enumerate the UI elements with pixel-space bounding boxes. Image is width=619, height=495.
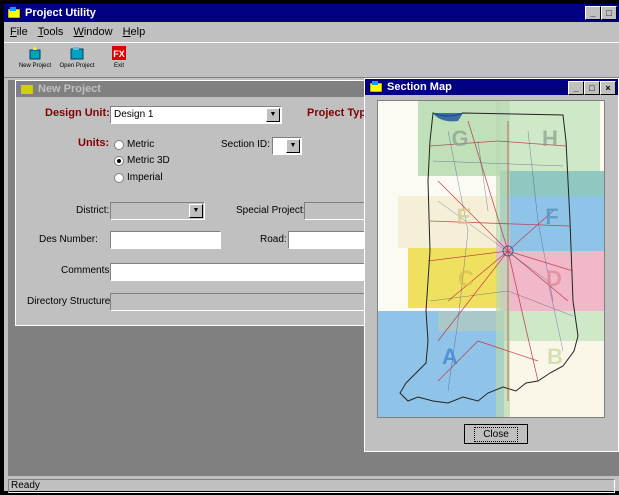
exit-button[interactable]: FX Exit xyxy=(100,43,138,77)
section-label-c: C xyxy=(458,266,474,291)
menu-file[interactable]: File xyxy=(10,26,28,38)
exit-label: Exit xyxy=(113,63,124,69)
design-unit-value: Design 1 xyxy=(114,109,154,120)
section-label-h: H xyxy=(542,126,558,151)
section-label-f: F xyxy=(545,204,558,229)
menu-window[interactable]: Window xyxy=(73,26,112,38)
window-controls: _ □ xyxy=(585,6,617,20)
section-id-select[interactable]: ▼ xyxy=(272,137,302,155)
directory-structure-field[interactable] xyxy=(110,293,394,311)
close-button[interactable]: Close xyxy=(464,424,528,444)
minimize-button[interactable]: _ xyxy=(568,81,584,95)
app-icon xyxy=(7,7,21,19)
app-title: Project Utility xyxy=(25,7,96,19)
radio-imperial-label: Imperial xyxy=(127,172,163,183)
radio-imperial[interactable]: Imperial xyxy=(114,172,163,183)
radio-metric-label: Metric xyxy=(127,139,155,150)
special-project-label: Special Project: xyxy=(236,205,306,216)
new-project-label: New Project xyxy=(18,63,52,69)
radio-dot[interactable] xyxy=(114,172,124,183)
section-label-e: E xyxy=(457,204,472,229)
section-map-canvas[interactable]: G H E F C D A B xyxy=(377,100,605,418)
section-id-label: Section ID: xyxy=(221,139,270,150)
open-project-icon xyxy=(70,47,84,60)
exit-icon: FX xyxy=(112,46,126,60)
section-label-a: A xyxy=(442,344,458,369)
radio-metric[interactable]: Metric xyxy=(114,139,154,150)
comments-label: Comments: xyxy=(61,265,113,276)
section-label-b: B xyxy=(547,344,563,369)
menu-tools[interactable]: Tools xyxy=(38,26,64,38)
radio-metric-3d-label: Metric 3D xyxy=(127,155,170,166)
status-text: Ready xyxy=(11,480,40,491)
minimize-button[interactable]: _ xyxy=(585,6,601,20)
radio-dot[interactable] xyxy=(114,139,124,150)
new-project-titlebar[interactable]: New Project xyxy=(16,81,394,97)
open-project-button[interactable]: Open Project xyxy=(58,43,96,77)
project-type-label: Project Type xyxy=(307,107,373,119)
des-number-input[interactable] xyxy=(110,231,221,249)
maximize-button[interactable]: □ xyxy=(601,6,617,20)
toolbar: New Project Open Project FX Exit xyxy=(4,42,619,78)
section-map-title: Section Map xyxy=(387,81,452,93)
section-h-strip[interactable] xyxy=(500,171,605,196)
app-titlebar[interactable]: Project Utility _ □ xyxy=(4,4,619,22)
section-label-g: G xyxy=(451,126,468,151)
open-project-label: Open Project xyxy=(59,63,95,69)
close-button-label: Close xyxy=(474,426,518,442)
new-project-window-icon xyxy=(21,85,33,94)
road-label: Road: xyxy=(260,234,287,245)
section-map-icon xyxy=(369,81,383,93)
section-c-tile[interactable] xyxy=(408,248,500,308)
menu-help[interactable]: Help xyxy=(123,26,146,38)
units-label: Units: xyxy=(78,137,110,149)
status-bar: Ready xyxy=(8,479,615,493)
chevron-down-icon[interactable]: ▼ xyxy=(286,139,300,153)
radio-dot-selected[interactable] xyxy=(114,155,124,166)
district-select[interactable]: ▼ xyxy=(110,202,205,220)
des-number-label: Des Number: xyxy=(39,234,98,245)
section-label-d: D xyxy=(546,266,562,291)
new-project-window: New Project Design Unit: Design 1 ▼ Proj… xyxy=(15,80,395,326)
design-unit-label: Design Unit: xyxy=(45,107,110,119)
section-b-strip[interactable] xyxy=(504,311,605,341)
directory-structure-label: Directory Structure: xyxy=(27,296,114,307)
close-icon[interactable]: × xyxy=(600,81,616,95)
comments-input[interactable] xyxy=(110,263,394,281)
section-map-controls: _ □ × xyxy=(568,81,616,95)
radio-metric-3d[interactable]: Metric 3D xyxy=(114,155,170,166)
menu-bar: File Tools Window Help xyxy=(4,22,619,42)
new-project-title: New Project xyxy=(38,83,101,95)
design-unit-select[interactable]: Design 1 ▼ xyxy=(110,106,282,124)
district-label: District: xyxy=(76,205,110,216)
indiana-map: G H E F C D A B xyxy=(378,101,605,417)
new-project-button[interactable]: New Project xyxy=(16,43,54,77)
exit-icon-text: FX xyxy=(113,49,125,59)
section-map-window: Section Map _ □ × G H E F C D A B Close xyxy=(364,78,619,452)
new-project-icon xyxy=(29,46,41,60)
chevron-down-icon[interactable]: ▼ xyxy=(189,204,203,218)
chevron-down-icon[interactable]: ▼ xyxy=(266,108,280,122)
maximize-button[interactable]: □ xyxy=(584,81,600,95)
section-map-titlebar[interactable]: Section Map _ □ × xyxy=(365,79,618,95)
